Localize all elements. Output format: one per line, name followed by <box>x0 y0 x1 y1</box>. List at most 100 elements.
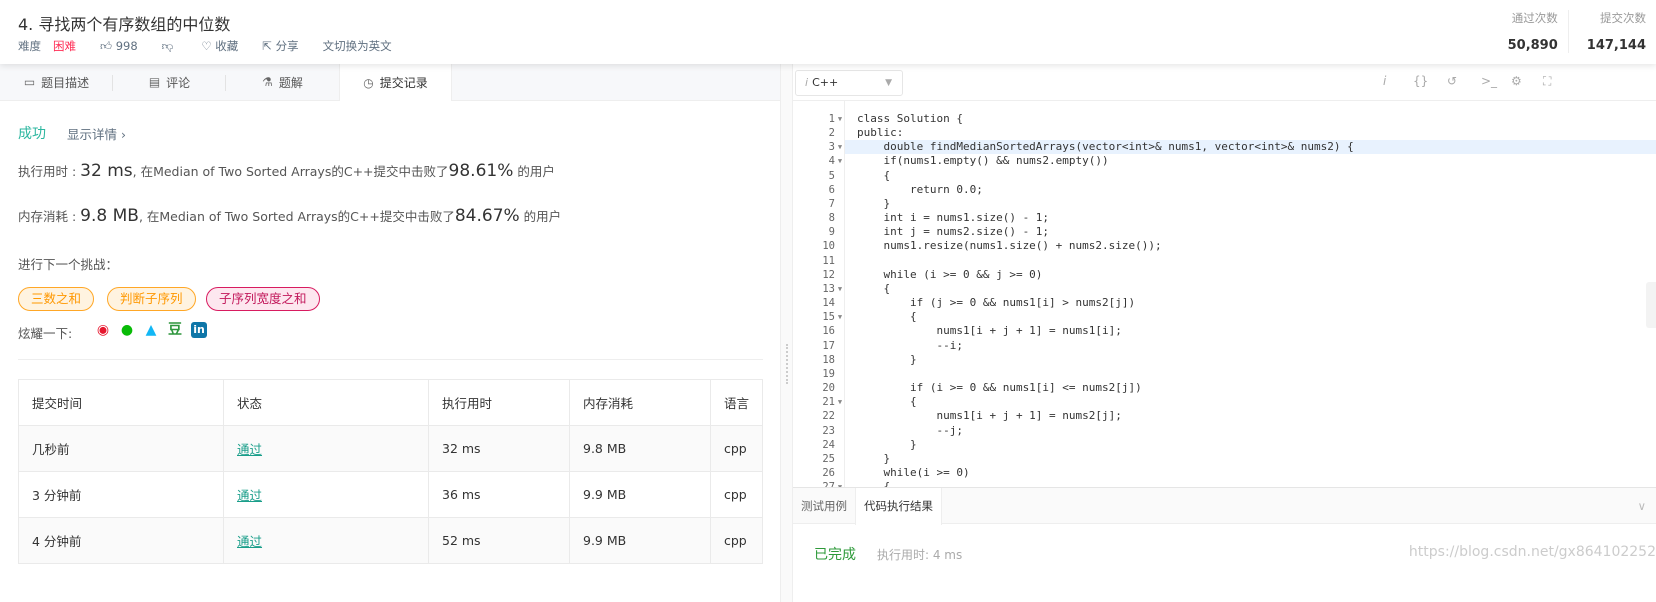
code-editor[interactable]: 1 ▼ class Solution {2 public: 3 ▼ double find… <box>793 101 1656 487</box>
memory-suffix: 的用户 <box>519 209 562 224</box>
line-number: 16 <box>822 325 835 338</box>
column-header: 内存消耗 <box>569 379 711 426</box>
line-number: 25 <box>822 452 835 465</box>
status-link[interactable]: 通过 <box>237 488 262 503</box>
language-select[interactable]: i C++ ▼ <box>795 70 903 96</box>
code-text: return 0.0; <box>857 182 983 196</box>
share-button[interactable]: ⇱ 分享 <box>262 38 298 54</box>
code-text: public: <box>857 126 904 140</box>
line-number: 3 <box>828 141 835 154</box>
runtime-percent: 98.61% <box>448 161 514 181</box>
clock-icon: ◷ <box>363 75 374 90</box>
douban-icon[interactable]: 豆 <box>167 322 183 338</box>
line-number: 21 <box>822 396 835 409</box>
comment-icon: ▤ <box>148 75 161 89</box>
switch-language-label: 切换为英文 <box>334 39 392 53</box>
code-text: } <box>857 437 917 451</box>
tab-testcase[interactable]: 测试用例 <box>793 488 855 523</box>
table-cell: 9.9 MB <box>569 517 711 564</box>
submission-panel: 成功 显示详情 › 执行用时 : 32 ms, 在Median of Two S… <box>0 101 780 602</box>
weibo-icon[interactable]: ◉ <box>95 322 111 338</box>
table-cell: 36 ms <box>428 471 570 518</box>
stat-label: 提交次数 <box>1600 11 1646 25</box>
reset-icon[interactable]: ↺ <box>1447 74 1457 88</box>
tab-run-result[interactable]: 代码执行结果 <box>855 488 942 525</box>
line-number: 19 <box>822 367 835 380</box>
table-row: 几秒前 通过 32 ms 9.8 MB cpp <box>18 425 763 472</box>
dislike-button[interactable]: 👎︎ <box>162 39 174 54</box>
linkedin-icon[interactable]: in <box>191 322 207 338</box>
qq-icon[interactable]: ▲ <box>143 322 159 338</box>
line-number: 15 <box>822 311 835 324</box>
line-number: 26 <box>822 467 835 479</box>
console-panel: 测试用例 代码执行结果 ∨ 已完成 执行用时: 4 ms https://blo… <box>793 487 1656 602</box>
status-link[interactable]: 通过 <box>237 534 262 549</box>
code-line: 23 --j; <box>793 424 1656 438</box>
result-status: 成功 <box>18 126 46 142</box>
code-text: { <box>857 168 891 182</box>
tab-comments[interactable]: ▤ 评论 <box>113 64 226 100</box>
memory-label: 内存消耗 : <box>18 209 81 224</box>
code-text: { <box>857 310 917 324</box>
thumbs-down-icon: 👎︎ <box>161 38 174 53</box>
favorite-label: 收藏 <box>215 39 239 53</box>
line-number: 2 <box>828 127 835 140</box>
code-line: 25 } <box>793 452 1656 466</box>
code-text: nums1.resize(nums1.size() + nums2.size()… <box>857 239 1162 253</box>
code-line: 7 } <box>793 197 1656 211</box>
code-text: while (i >= 0 && j >= 0) <box>857 267 1043 281</box>
language-value: C++ <box>812 76 839 89</box>
fold-arrow-icon[interactable]: ▼ <box>835 154 845 168</box>
tab-description[interactable]: ▭ 题目描述 <box>0 64 113 100</box>
like-count: 998 <box>115 38 138 53</box>
fold-arrow-icon[interactable]: ▼ <box>835 480 845 487</box>
tab-label: 题目描述 <box>41 75 90 90</box>
wechat-icon[interactable]: ● <box>119 322 135 338</box>
fold-arrow-icon[interactable]: ▼ <box>835 140 845 154</box>
code-line: 2 public: <box>793 126 1656 140</box>
fold-arrow-icon[interactable]: ▼ <box>835 395 845 409</box>
code-line: 13 ▼ { <box>793 282 1656 296</box>
fold-arrow-icon[interactable]: ▼ <box>835 310 845 324</box>
code-text: class Solution { <box>857 112 963 125</box>
table-cell: 52 ms <box>428 517 570 564</box>
side-feedback-tab[interactable] <box>1646 282 1656 328</box>
difficulty-badge: 困难 <box>53 39 76 53</box>
tab-submissions[interactable]: ◷ 提交记录 <box>339 64 452 101</box>
info-icon[interactable]: i <box>1383 74 1386 88</box>
challenge-chip[interactable]: 判断子序列 <box>107 287 196 311</box>
stat-value: 147,144 <box>1586 38 1646 53</box>
like-button[interactable]: 👍︎ 998 <box>100 39 138 54</box>
challenge-chip[interactable]: 子序列宽度之和 <box>206 287 320 311</box>
table-cell: 32 ms <box>428 425 570 472</box>
favorite-button[interactable]: ♡ 收藏 <box>201 38 238 54</box>
fold-arrow-icon[interactable]: ▼ <box>835 282 845 296</box>
status-link[interactable]: 通过 <box>237 442 262 457</box>
tab-solutions[interactable]: ⚗ 题解 <box>226 64 339 100</box>
chevron-down-icon[interactable]: ∨ <box>1638 488 1656 523</box>
console-icon[interactable]: >_ <box>1481 74 1497 88</box>
table-cell: 9.9 MB <box>569 471 711 518</box>
run-status: 已完成 <box>814 547 856 563</box>
line-number: 18 <box>822 353 835 366</box>
panel-resizer[interactable] <box>780 64 793 602</box>
line-number: 5 <box>828 169 835 182</box>
share-icon: ⇱ <box>262 39 272 53</box>
line-number: 1 <box>828 113 835 125</box>
show-details-link[interactable]: 显示详情 › <box>67 124 126 143</box>
column-header: 状态 <box>223 379 429 426</box>
stat-value: 50,890 <box>1507 38 1558 53</box>
code-line: 21 ▼ { <box>793 395 1656 409</box>
fullscreen-icon[interactable]: ⛶ <box>1543 74 1551 89</box>
divider <box>18 359 763 360</box>
code-line: 3 ▼ double findMedianSortedArrays(vector<… <box>793 140 1656 155</box>
line-number: 24 <box>822 438 835 451</box>
challenge-chip[interactable]: 三数之和 <box>18 287 95 311</box>
format-braces-icon[interactable]: {} <box>1413 74 1428 88</box>
info-icon: i <box>805 76 809 89</box>
code-line: 20 if (i >= 0 && nums1[i] <= nums2[j]) <box>793 381 1656 395</box>
tab-label: 提交记录 <box>379 76 428 90</box>
switch-language-button[interactable]: 文切换为英文 <box>323 38 392 54</box>
fold-arrow-icon[interactable]: ▼ <box>835 112 845 126</box>
settings-icon[interactable]: ⚙ <box>1511 74 1522 88</box>
